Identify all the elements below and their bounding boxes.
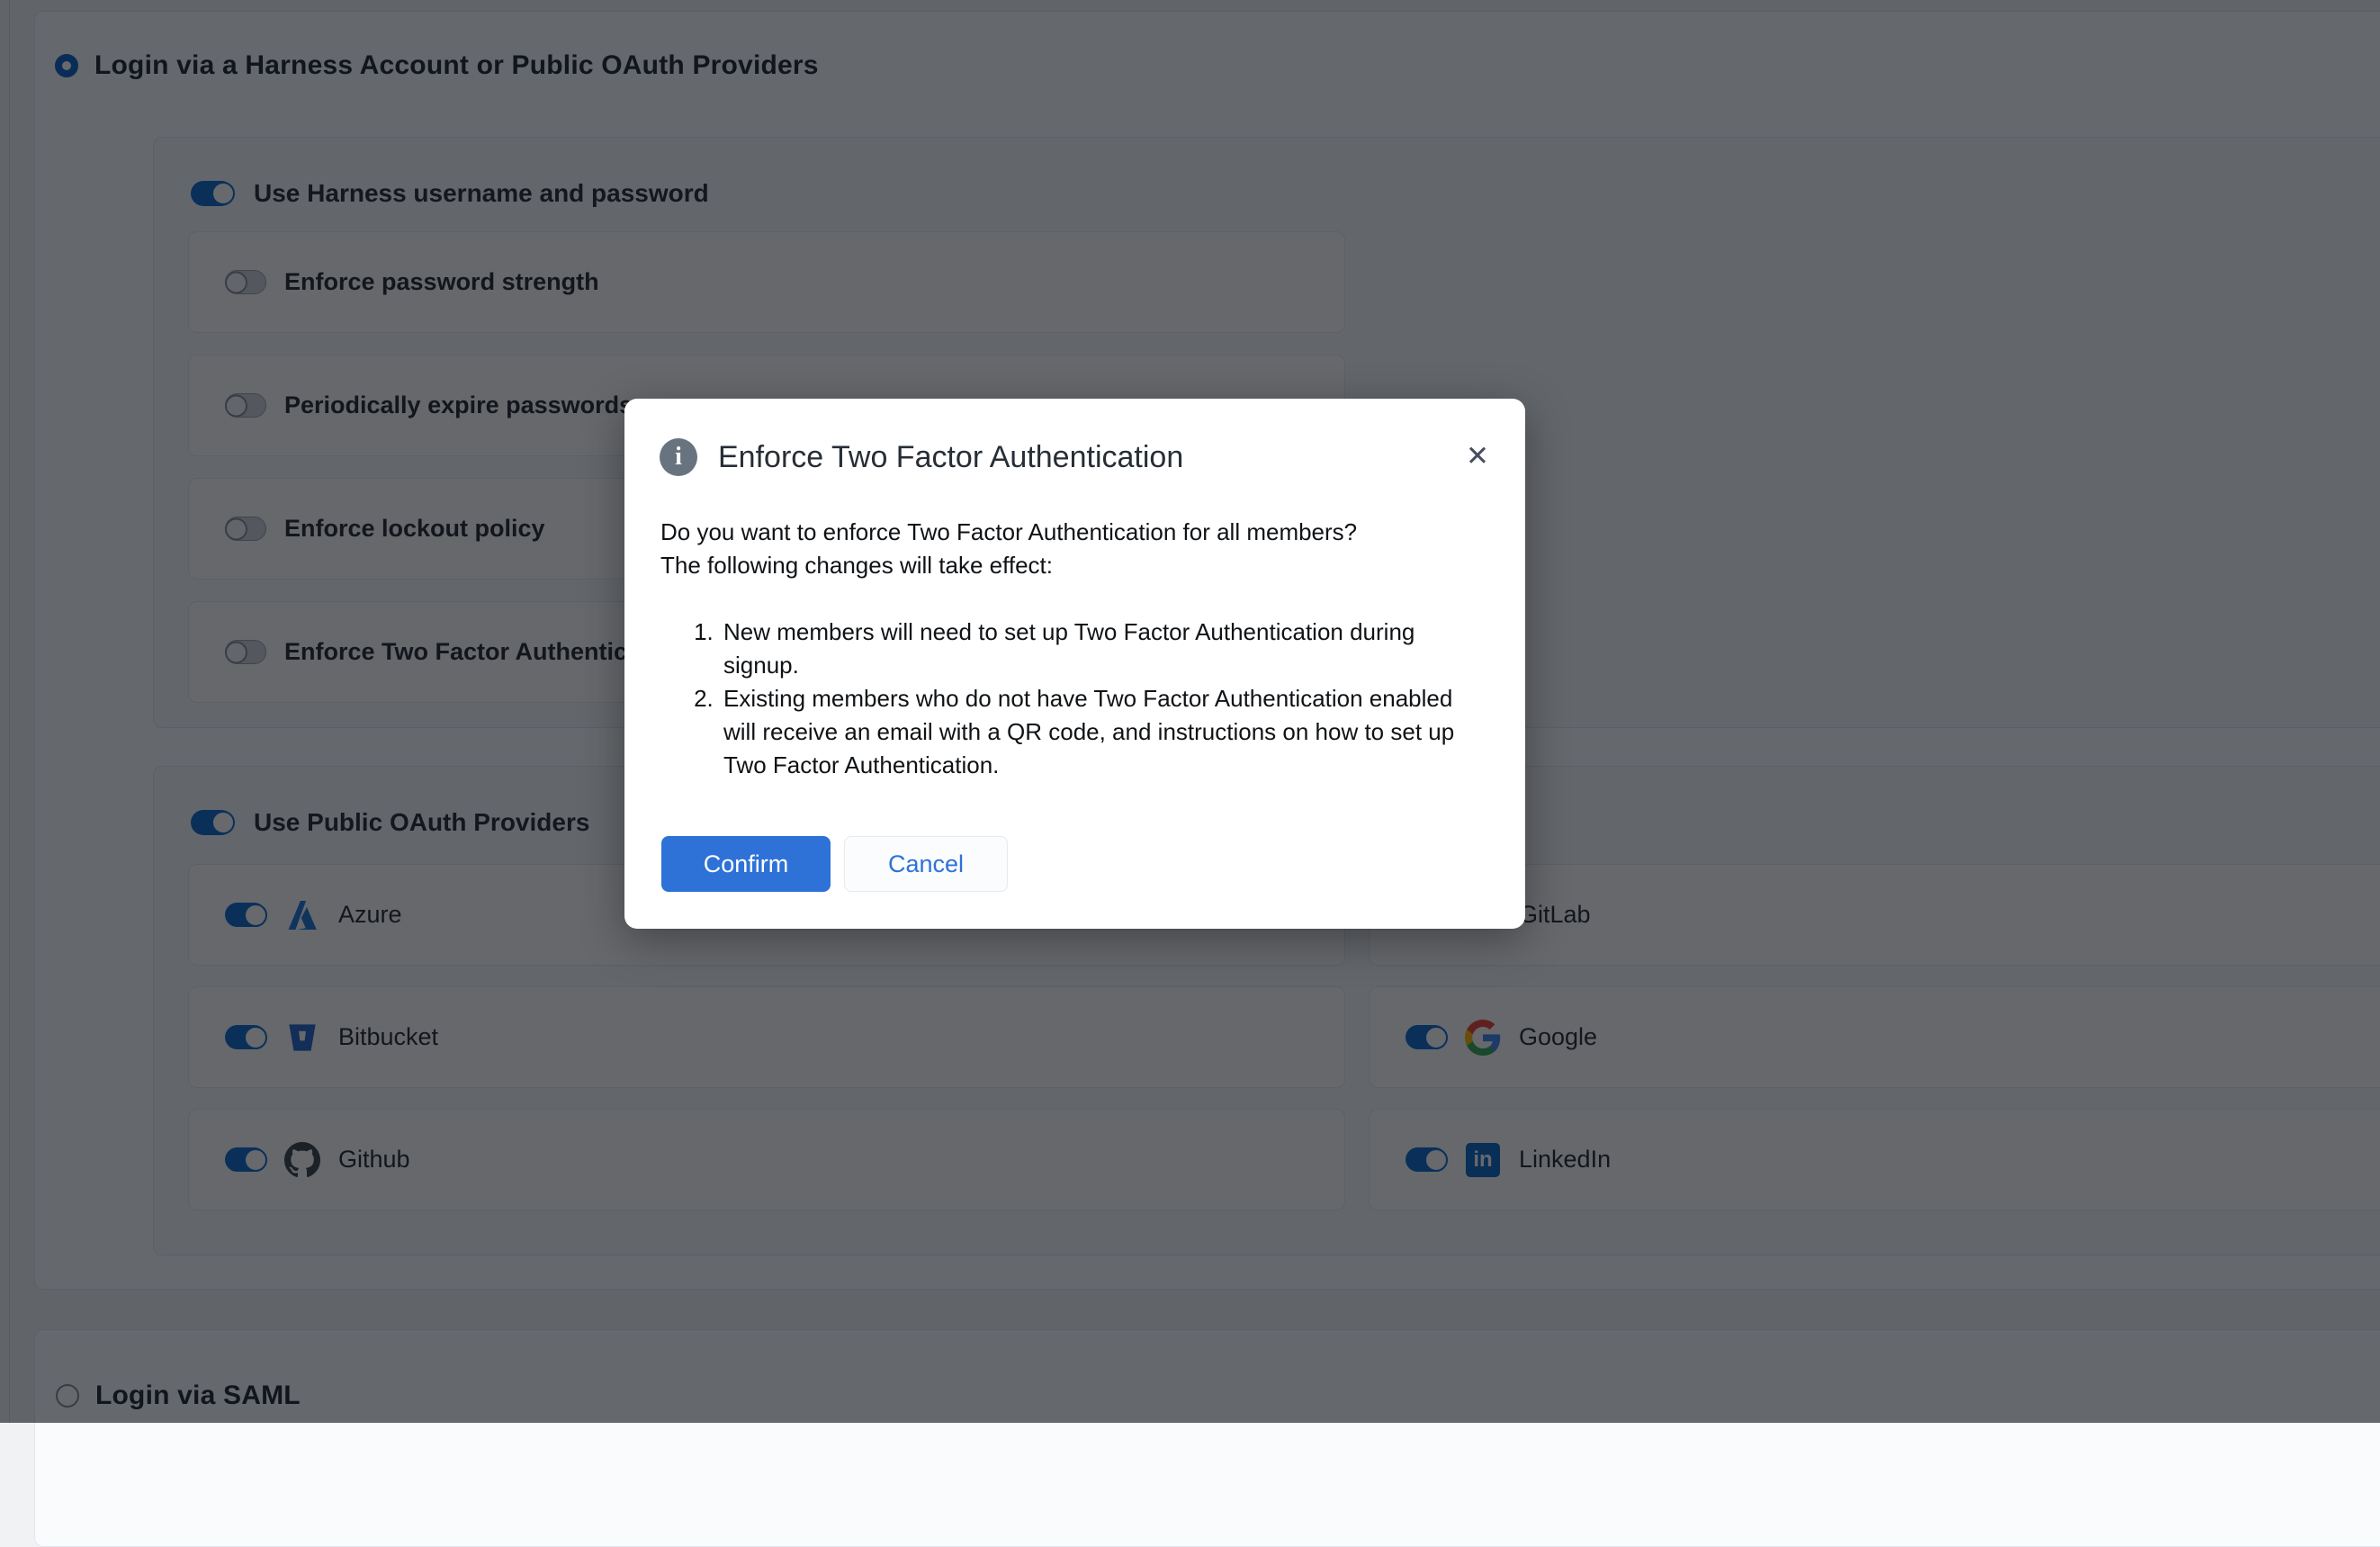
confirm-button[interactable]: Confirm [661, 836, 831, 892]
dialog-body: Do you want to enforce Two Factor Authen… [624, 516, 1525, 782]
close-icon[interactable]: ✕ [1466, 442, 1489, 470]
dialog-header: i Enforce Two Factor Authentication [624, 399, 1525, 476]
dialog-intro-line: The following changes will take effect: [660, 549, 1485, 582]
dialog-intro-line: Do you want to enforce Two Factor Authen… [660, 516, 1485, 549]
dialog-title: Enforce Two Factor Authentication [718, 440, 1183, 475]
list-item: Existing members who do not have Two Fac… [720, 682, 1485, 782]
info-icon: i [660, 438, 697, 476]
cancel-button[interactable]: Cancel [844, 836, 1008, 892]
enforce-2fa-dialog: i Enforce Two Factor Authentication ✕ Do… [624, 399, 1525, 929]
dialog-footer: Confirm Cancel [661, 836, 1008, 892]
dialog-change-list: New members will need to set up Two Fact… [660, 616, 1485, 782]
list-item: New members will need to set up Two Fact… [720, 616, 1485, 682]
